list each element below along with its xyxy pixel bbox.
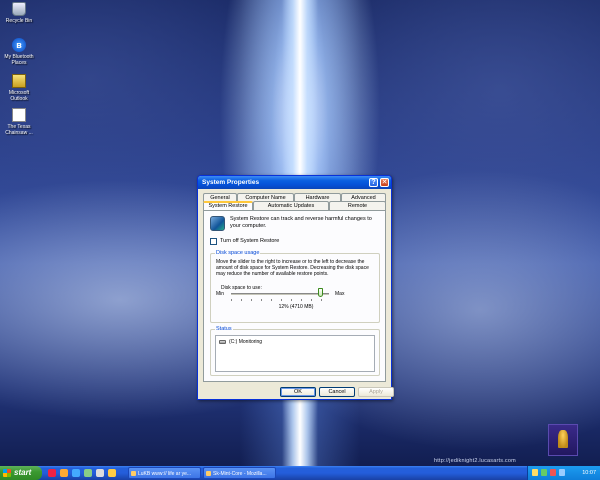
- corner-badge-logo: [548, 424, 578, 456]
- status-drive-row[interactable]: (C:) Monitoring: [219, 339, 262, 345]
- windows-logo-icon: [3, 469, 11, 477]
- system-tray: 10:07: [527, 466, 600, 480]
- disk-space-group: Disk space usage Move the slider to the …: [210, 250, 380, 323]
- disk-space-description: Move the slider to the right to increase…: [216, 259, 369, 277]
- quicklaunch-media-icon[interactable]: [48, 469, 56, 477]
- desktop-icon-recycle-bin[interactable]: Recycle Bin: [2, 2, 36, 24]
- tray-security-icon[interactable]: [550, 469, 556, 476]
- disk-space-slider-track[interactable]: [231, 293, 329, 295]
- apply-button[interactable]: Apply: [358, 387, 394, 397]
- start-label: start: [14, 468, 32, 477]
- ok-button[interactable]: OK: [280, 387, 316, 397]
- desktop-icon-label: My Bluetooth Places: [4, 54, 34, 66]
- taskbar: start LuKB www:// life ar ye... Sk-Mint-…: [0, 466, 600, 480]
- system-restore-intro: System Restore can track and reverse har…: [230, 216, 372, 229]
- tray-volume-icon[interactable]: [532, 469, 538, 476]
- taskbar-task-2[interactable]: Sk-Mint-Core - Mozilla...: [203, 467, 276, 479]
- disk-space-value: 12% (4710 MB): [278, 304, 314, 310]
- dialog-title: System Properties: [202, 179, 260, 186]
- start-button[interactable]: start: [0, 466, 42, 480]
- cancel-button[interactable]: Cancel: [319, 387, 355, 397]
- wallpaper-url: http://jediknight2.lucasarts.com: [434, 458, 516, 464]
- outlook-icon: [12, 74, 26, 88]
- document-icon: [12, 108, 26, 122]
- disk-space-slider-thumb[interactable]: [318, 288, 324, 297]
- system-restore-icon: [210, 216, 225, 231]
- slider-min-label: Min: [216, 291, 225, 297]
- slider-max-label: Max: [335, 291, 345, 297]
- close-icon: ✕: [381, 179, 388, 186]
- quicklaunch-ie-icon[interactable]: [72, 469, 80, 477]
- tab-row-2: System Restore Automatic Updates Remote: [203, 201, 386, 210]
- disk-space-use-label: Disk space to use:: [221, 285, 262, 291]
- figure-icon: [558, 430, 568, 448]
- desktop-icon-document[interactable]: The Texas Chainsaw ...: [2, 108, 36, 136]
- help-button[interactable]: ?: [369, 178, 378, 187]
- status-group: Status (C:) Monitoring: [210, 326, 380, 376]
- quicklaunch-firefox-icon[interactable]: [60, 469, 68, 477]
- clock[interactable]: 10:07: [582, 466, 596, 480]
- desktop-icon-label: Microsoft Outlook: [8, 90, 30, 102]
- recycle-bin-icon: [12, 2, 26, 16]
- tab-remote[interactable]: Remote: [329, 201, 386, 210]
- desktop-icon-label: The Texas Chainsaw ...: [5, 124, 33, 136]
- status-group-title: Status: [215, 326, 233, 333]
- tab-automatic-updates[interactable]: Automatic Updates: [253, 201, 329, 210]
- tab-system-restore[interactable]: System Restore: [203, 201, 253, 210]
- system-restore-panel: System Restore can track and reverse har…: [203, 210, 386, 382]
- desktop-icon-outlook[interactable]: Microsoft Outlook: [2, 74, 36, 102]
- hard-drive-icon: [219, 340, 226, 344]
- slider-ticks: [231, 299, 329, 301]
- turn-off-label: Turn off System Restore: [220, 238, 280, 244]
- taskbar-task-1[interactable]: LuKB www:// life ar ye...: [128, 467, 201, 479]
- drive-status-text: (C:) Monitoring: [229, 339, 263, 345]
- quicklaunch-folder-icon[interactable]: [108, 469, 116, 477]
- turn-off-checkbox[interactable]: [210, 238, 217, 245]
- dialog-title-bar[interactable]: System Properties ? ✕: [198, 176, 391, 189]
- window-icon: [131, 471, 136, 476]
- system-properties-dialog: System Properties ? ✕ General Computer N…: [197, 175, 394, 400]
- help-icon: ?: [371, 179, 376, 186]
- disk-space-group-title: Disk space usage: [215, 250, 261, 257]
- tray-bluetooth-icon[interactable]: [559, 469, 565, 476]
- task-label: Sk-Mint-Core - Mozilla...: [213, 471, 267, 477]
- quicklaunch-desktop-icon[interactable]: [96, 469, 104, 477]
- task-label: LuKB www:// life ar ye...: [138, 471, 192, 477]
- status-list[interactable]: (C:) Monitoring: [215, 335, 375, 372]
- firefox-icon: [206, 471, 211, 476]
- desktop-icon-bluetooth[interactable]: ʙ My Bluetooth Places: [2, 38, 36, 66]
- quicklaunch-messenger-icon[interactable]: [84, 469, 92, 477]
- bluetooth-icon: ʙ: [12, 38, 26, 52]
- desktop-icon-label: Recycle Bin: [5, 18, 33, 24]
- turn-off-row[interactable]: Turn off System Restore: [210, 238, 279, 245]
- close-button[interactable]: ✕: [380, 178, 389, 187]
- tray-network-icon[interactable]: [541, 469, 547, 476]
